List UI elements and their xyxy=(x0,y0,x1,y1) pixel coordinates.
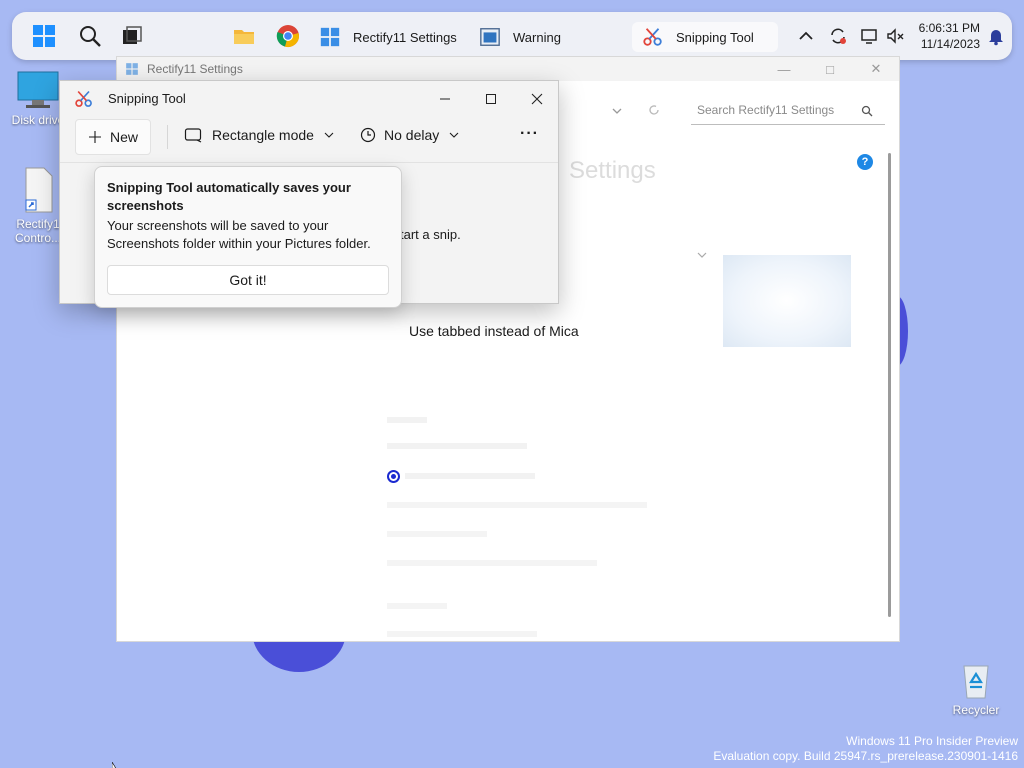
chevron-up-icon[interactable] xyxy=(796,26,816,46)
faded-option xyxy=(387,502,647,508)
minimize-icon xyxy=(440,98,450,100)
chevron-down-icon xyxy=(449,132,459,138)
recycle-bin-icon xyxy=(963,665,989,699)
desktop-icon-label: Recycler xyxy=(952,703,1000,717)
clock-icon xyxy=(360,127,376,143)
faded-option xyxy=(387,560,597,566)
faded-option xyxy=(387,443,527,449)
rectangle-mode-icon xyxy=(184,128,202,143)
taskbar-app-label: Warning xyxy=(513,29,561,45)
search-icon[interactable] xyxy=(861,105,873,117)
new-snip-button[interactable]: New xyxy=(75,119,151,155)
os-watermark: Windows 11 Pro Insider Preview Evaluatio… xyxy=(713,734,1018,764)
shortcut-file-icon xyxy=(25,167,53,213)
network-icon[interactable] xyxy=(860,26,880,46)
snip-mode-label: Rectangle mode xyxy=(212,127,314,143)
maximize-button[interactable]: □ xyxy=(807,57,853,81)
refresh-icon[interactable] xyxy=(647,103,661,117)
windows-start-icon[interactable] xyxy=(32,24,56,48)
teaching-tip-body: Your screenshots will be saved to your S… xyxy=(107,218,371,251)
minimize-button[interactable] xyxy=(422,85,468,113)
settings-app-icon xyxy=(126,63,138,75)
minimize-button[interactable]: — xyxy=(761,57,807,81)
close-button[interactable]: ✕ xyxy=(853,57,899,81)
theme-preview-image xyxy=(723,255,851,347)
more-options-button[interactable]: ··· xyxy=(520,125,539,143)
snip-toolbar: New Rectangle mode No delay ··· xyxy=(60,119,558,163)
window-title: Snipping Tool xyxy=(108,91,186,106)
watermark-line: Evaluation copy. Build 25947.rs_prerelea… xyxy=(713,749,1018,763)
scissors-icon xyxy=(643,28,662,46)
search-placeholder: Search Rectify11 Settings xyxy=(697,103,835,117)
snip-mode-dropdown[interactable]: Rectangle mode xyxy=(184,127,334,143)
chevron-down-icon[interactable] xyxy=(697,251,707,259)
chevron-down-icon[interactable] xyxy=(611,105,623,117)
volume-muted-icon[interactable] xyxy=(885,26,905,46)
task-view-icon[interactable] xyxy=(120,24,144,48)
window-title: Rectify11 Settings xyxy=(147,62,243,76)
instruction-text: tart a snip. xyxy=(400,227,461,242)
close-button[interactable] xyxy=(514,85,560,113)
close-icon xyxy=(531,93,543,105)
got-it-button[interactable]: Got it! xyxy=(107,265,389,295)
faded-option xyxy=(405,473,535,479)
teaching-tip-popup: Snipping Tool automatically saves your s… xyxy=(94,166,402,308)
plus-icon xyxy=(89,131,101,143)
warning-window-icon xyxy=(480,28,500,46)
file-explorer-icon[interactable] xyxy=(232,24,256,48)
faded-section-heading xyxy=(387,417,427,423)
maximize-icon xyxy=(486,94,496,104)
taskbar-app-label: Snipping Tool xyxy=(676,29,754,45)
taskbar: Rectify11 Settings Warning Snipping Tool… xyxy=(12,12,1012,60)
delay-label: No delay xyxy=(384,127,440,143)
new-snip-label: New xyxy=(110,129,139,145)
desktop-icon-recycle-bin[interactable]: Recycler xyxy=(948,660,1004,717)
option-label: Use tabbed instead of Mica xyxy=(409,323,579,339)
taskbar-app-label: Rectify11 Settings xyxy=(353,29,457,45)
faded-option xyxy=(387,631,537,637)
search-icon[interactable] xyxy=(78,24,102,48)
window-controls: — □ ✕ xyxy=(761,57,899,81)
notification-bell-icon[interactable] xyxy=(986,26,1006,46)
mouse-cursor-icon xyxy=(112,762,117,768)
page-title: Settings xyxy=(569,157,656,184)
taskbar-app-rectify11[interactable]: Rectify11 Settings xyxy=(319,22,457,60)
faded-section-heading xyxy=(387,603,447,609)
scrollbar[interactable] xyxy=(888,153,891,617)
watermark-line: Windows 11 Pro Insider Preview xyxy=(846,734,1018,748)
clock-time: 6:06:31 PM xyxy=(918,21,980,35)
system-clock[interactable]: 6:06:31 PM 11/14/2023 xyxy=(919,20,980,52)
radio-button-selected[interactable] xyxy=(387,470,400,483)
faded-option xyxy=(387,531,487,537)
clock-date: 11/14/2023 xyxy=(920,37,980,51)
toolbar-divider xyxy=(167,125,168,149)
delay-dropdown[interactable]: No delay xyxy=(360,127,459,143)
taskbar-app-warning[interactable]: Warning xyxy=(479,22,561,60)
search-input[interactable]: Search Rectify11 Settings xyxy=(691,97,885,125)
settings-app-icon xyxy=(320,27,340,47)
taskbar-app-snipping-tool[interactable]: Snipping Tool xyxy=(632,22,778,60)
maximize-button[interactable] xyxy=(468,85,514,113)
chevron-down-icon xyxy=(324,132,334,138)
sync-icon[interactable] xyxy=(828,26,848,46)
chrome-icon[interactable] xyxy=(276,24,300,48)
help-button[interactable]: ? xyxy=(857,154,873,170)
monitor-icon xyxy=(17,71,59,108)
scissors-icon xyxy=(75,90,92,107)
teaching-tip-title: Snipping Tool automatically saves your s… xyxy=(107,180,351,213)
